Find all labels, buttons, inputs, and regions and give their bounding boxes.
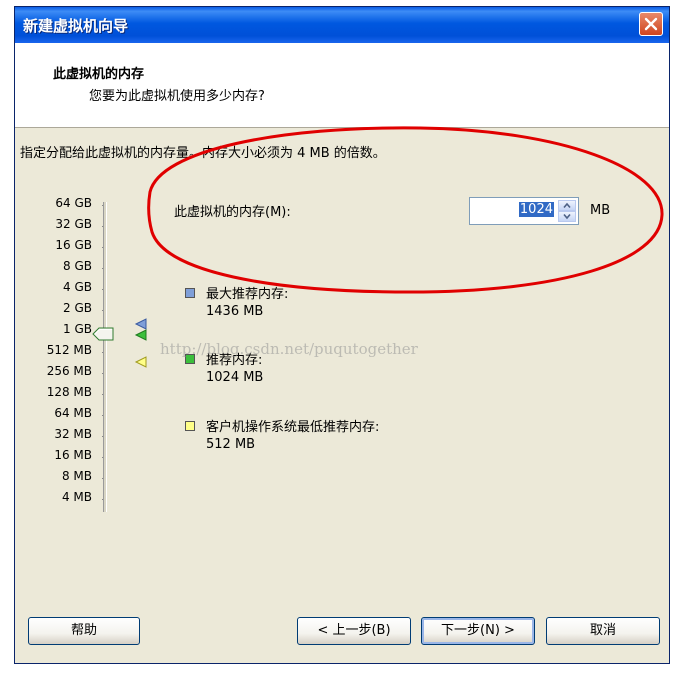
memory-input[interactable]: 1024 — [518, 202, 554, 217]
help-button[interactable]: 帮助 — [28, 617, 140, 645]
max-recommended-marker-icon — [134, 318, 147, 330]
memory-markers — [134, 318, 147, 368]
watermark: http://blog.csdn.net/puqutogether — [160, 340, 418, 358]
scale-label: 8 MB — [61, 469, 92, 483]
memory-unit: MB — [590, 203, 611, 218]
instruction-text: 指定分配给此虚拟机的内存量。内存大小必须为 4 MB 的倍数。 — [20, 146, 386, 161]
scale-label: 8 GB — [63, 259, 92, 273]
memory-slider-thumb[interactable] — [92, 327, 114, 341]
next-button[interactable]: 下一步(N) > — [421, 617, 535, 645]
chevron-down-icon — [563, 213, 571, 220]
min-recommended-marker-icon — [134, 356, 147, 368]
title-bar[interactable]: 新建虚拟机向导 — [15, 7, 669, 43]
scale-label: 64 MB — [54, 406, 92, 420]
scale-label: 2 GB — [63, 301, 92, 315]
wizard-header: 此虚拟机的内存 您要为此虚拟机使用多少内存? — [15, 43, 669, 128]
max-recommended-value: 1436 MB — [206, 304, 264, 319]
scale-label: 32 GB — [55, 217, 92, 231]
close-icon — [644, 17, 658, 31]
min-recommended-swatch-icon — [185, 421, 195, 431]
scale-label: 16 GB — [55, 238, 92, 252]
cancel-button[interactable]: 取消 — [546, 617, 660, 645]
memory-label: 此虚拟机的内存(M): — [174, 205, 291, 220]
memory-spinbox[interactable]: 1024 — [469, 197, 579, 225]
spin-up-button[interactable] — [558, 200, 576, 211]
scale-label: 32 MB — [54, 427, 92, 441]
scale-label: 16 MB — [54, 448, 92, 462]
max-recommended-swatch-icon — [185, 288, 195, 298]
scale-label: 512 MB — [46, 343, 92, 357]
scale-label: 256 MB — [46, 364, 92, 378]
page-subtitle: 您要为此虚拟机使用多少内存? — [89, 89, 265, 104]
scale-label: 4 GB — [63, 280, 92, 294]
recommended-marker-icon — [134, 329, 147, 341]
back-button[interactable]: < 上一步(B) — [297, 617, 411, 645]
spin-down-button[interactable] — [558, 211, 576, 222]
scale-label: 1 GB — [63, 322, 92, 336]
close-button[interactable] — [639, 12, 663, 36]
recommended-value: 1024 MB — [206, 370, 264, 385]
chevron-up-icon — [563, 202, 571, 209]
page-title: 此虚拟机的内存 — [53, 67, 145, 82]
scale-label: 128 MB — [46, 385, 92, 399]
scale-label: 64 GB — [55, 196, 92, 210]
memory-slider-track[interactable] — [103, 202, 107, 512]
window-title: 新建虚拟机向导 — [23, 17, 129, 35]
min-recommended-label: 客户机操作系统最低推荐内存: — [206, 420, 380, 435]
min-recommended-value: 512 MB — [206, 437, 256, 452]
scale-label: 4 MB — [61, 490, 92, 504]
max-recommended-label: 最大推荐内存: — [206, 287, 289, 302]
